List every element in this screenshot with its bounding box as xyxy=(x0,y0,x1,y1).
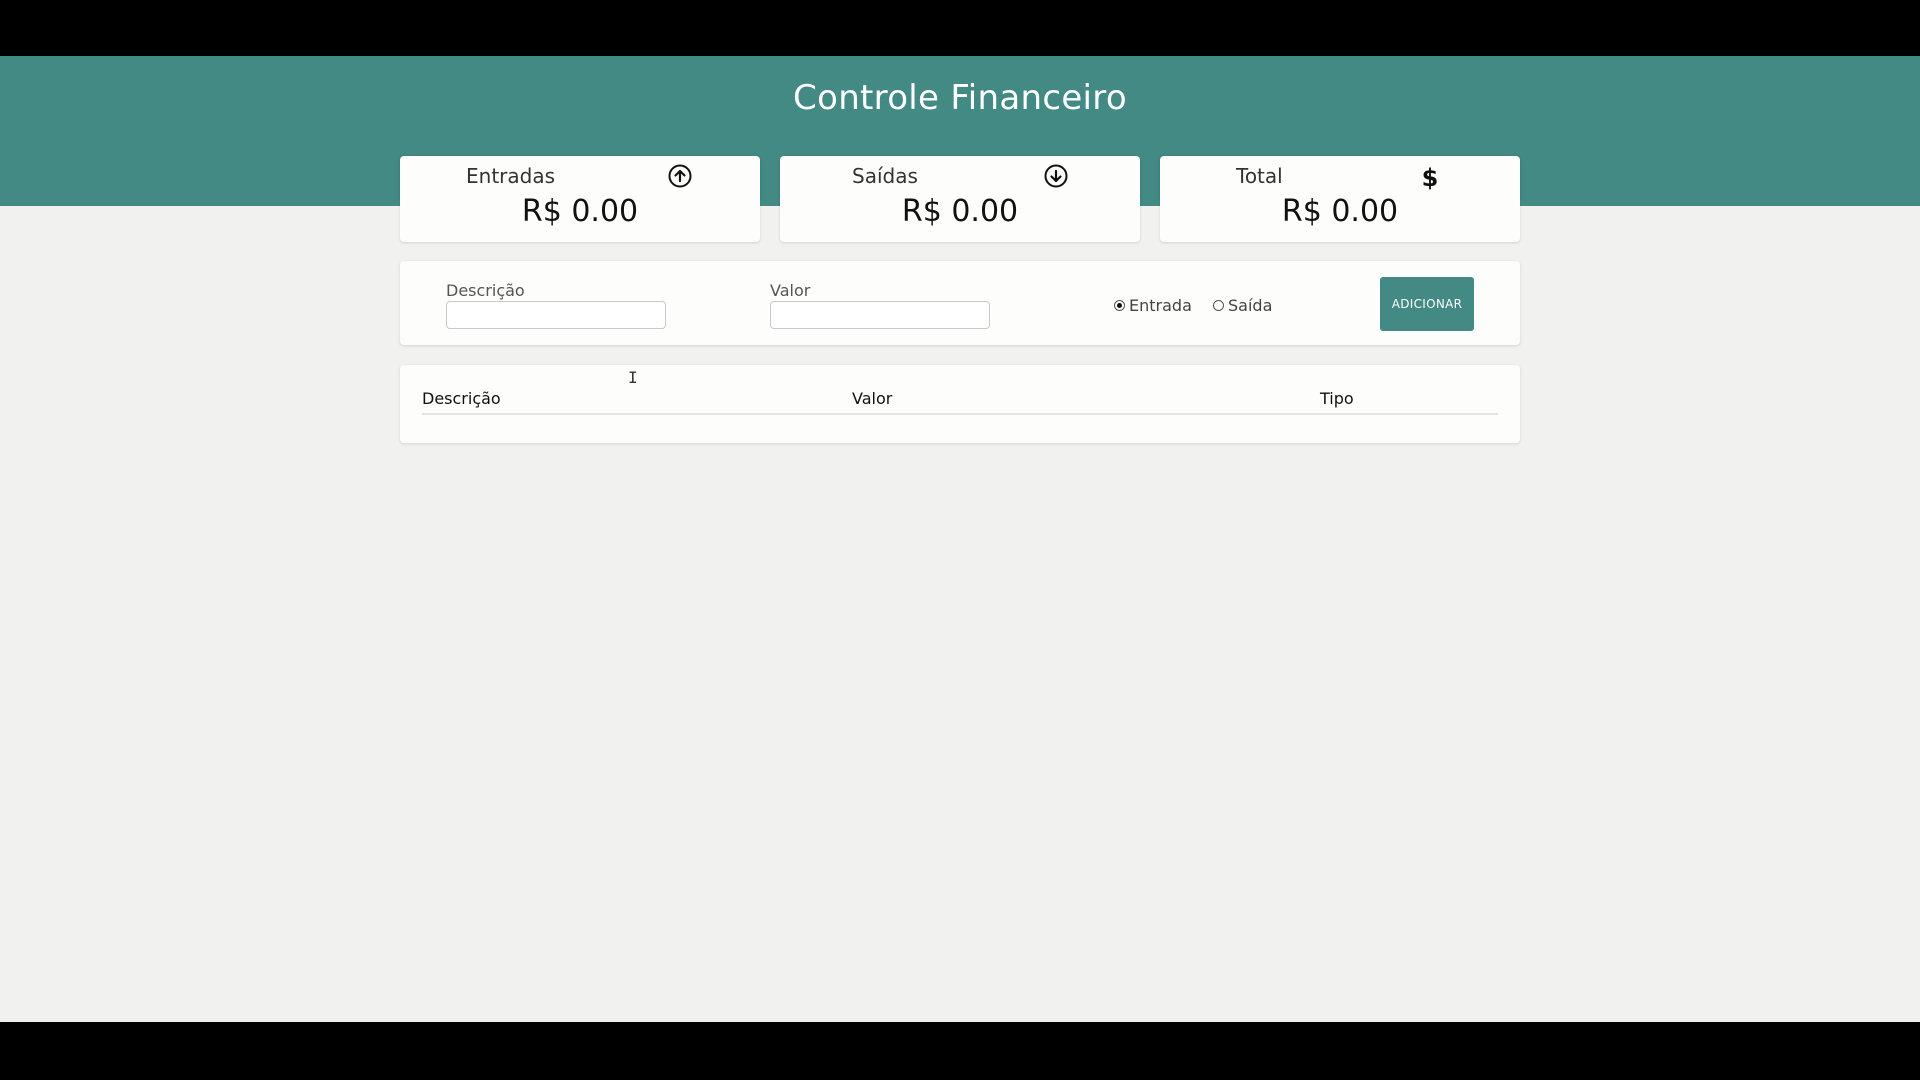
card-label-saidas: Saídas xyxy=(852,164,918,188)
card-value-entradas: R$ 0.00 xyxy=(521,194,639,229)
column-header-tipo: Tipo xyxy=(1320,389,1354,408)
amount-label: Valor xyxy=(770,281,811,300)
card-label-entradas: Entradas xyxy=(466,164,556,188)
arrow-circle-up-icon xyxy=(668,164,692,188)
column-header-valor: Valor xyxy=(852,389,893,408)
add-button[interactable]: ADICIONAR xyxy=(1380,277,1474,331)
dollar-icon: $ xyxy=(1418,164,1442,192)
text-cursor-icon: I xyxy=(628,368,638,387)
description-label: Descrição xyxy=(446,281,525,300)
svg-text:$: $ xyxy=(1422,164,1439,190)
description-input[interactable] xyxy=(446,301,666,329)
app-root: Controle Financeiro Entradas R$ 0.00 Saí… xyxy=(0,56,1920,1022)
arrow-circle-down-icon xyxy=(1044,164,1068,188)
card-label-total: Total xyxy=(1236,164,1283,188)
letterbox-bottom xyxy=(0,1022,1920,1080)
transactions-table: Descrição Valor Tipo xyxy=(400,365,1520,443)
letterbox-top xyxy=(0,0,1920,56)
card-value-total: R$ 0.00 xyxy=(1281,194,1399,229)
summary-card-entradas: Entradas R$ 0.00 xyxy=(400,156,760,242)
radio-entrada-indicator[interactable] xyxy=(1114,300,1125,311)
table-header: Descrição Valor Tipo xyxy=(422,389,1498,415)
amount-input[interactable] xyxy=(770,301,990,329)
page-title: Controle Financeiro xyxy=(793,78,1127,118)
radio-entrada-label: Entrada xyxy=(1129,296,1192,315)
summary-card-saidas: Saídas R$ 0.00 xyxy=(780,156,1140,242)
radio-saida[interactable]: Saída xyxy=(1213,296,1272,315)
radio-saida-label: Saída xyxy=(1228,296,1273,315)
transaction-form: Descrição Valor Entrada Saída ADICIONAR xyxy=(400,261,1520,345)
column-header-descricao: Descrição xyxy=(422,389,501,408)
card-value-saidas: R$ 0.00 xyxy=(901,194,1019,229)
radio-entrada[interactable]: Entrada xyxy=(1114,296,1192,315)
summary-card-total: Total $ R$ 0.00 xyxy=(1160,156,1520,242)
radio-saida-indicator[interactable] xyxy=(1213,300,1224,311)
